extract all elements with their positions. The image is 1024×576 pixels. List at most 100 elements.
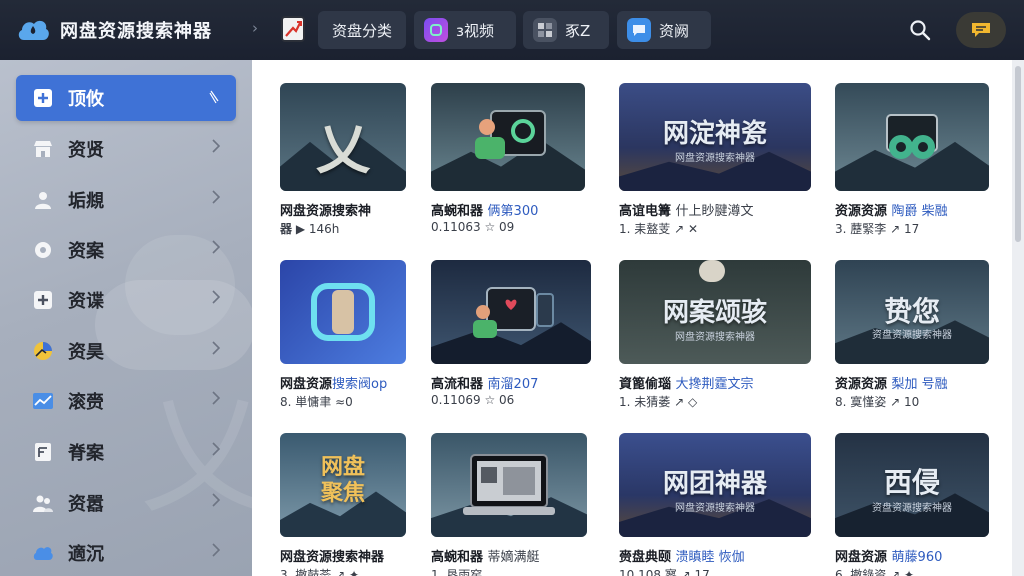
card-title: 资源资源 梨加 号融	[835, 377, 948, 392]
chevron-right-icon	[212, 290, 220, 304]
card-meta: 1. 恳雨窑	[431, 568, 483, 576]
resource-card[interactable]: 乂 网盘资源搜索神 器 ▶ 146h	[280, 83, 406, 236]
link-icon	[886, 114, 938, 159]
home-icon	[34, 89, 52, 107]
purple-app-icon	[424, 18, 448, 42]
sidebar: 乂 顶攸 资贤 垢覜 资案 资谍 资昊 滚赍 脊案 资嚣 適沉	[0, 60, 252, 576]
sidebar-item-label: 资贤	[68, 140, 104, 161]
person-laptop-icon	[475, 110, 546, 159]
card-thumbnail[interactable]: 网盘 聚焦	[280, 433, 406, 537]
sidebar-item-label: 资昊	[68, 342, 104, 363]
cloud-icon	[33, 547, 53, 560]
thumbnail-subtext: 资盘资源搜索神器	[872, 503, 952, 514]
card-thumbnail[interactable]: 网淀神瓷 网盘资源搜索神器	[619, 83, 811, 191]
sidebar-item-label: 资案	[68, 241, 104, 262]
app-title: 网盘资源搜索神器	[60, 21, 212, 42]
sidebar-item-home[interactable]: 顶攸	[16, 75, 236, 121]
sidebar-item-label: 脊案	[68, 443, 104, 464]
chevron-right-icon	[212, 139, 220, 153]
nav-resource-category[interactable]: 资盘分类	[318, 11, 406, 49]
chevron-right-icon	[212, 391, 220, 405]
thumbnail-subtext: 网盘资源搜索神器	[675, 153, 755, 164]
card-meta: 8. 寞慬姿 ↗ 10	[835, 395, 920, 409]
resource-card[interactable]: 资源资源 陶爵 柴融 3. 藶緊李 ↗ 17	[835, 83, 989, 236]
group-icon	[33, 495, 53, 512]
card-thumbnail[interactable]	[431, 260, 591, 364]
card-thumbnail[interactable]: 贽您 资盘资源搜索神器	[835, 260, 989, 364]
sidebar-item-settings[interactable]: 资案	[16, 227, 236, 273]
thumbnail-text: 网团神器	[662, 469, 767, 499]
nav-category[interactable]: 豖Z	[523, 11, 609, 49]
laptop-icon	[463, 454, 555, 515]
thumbnail-text: 西侵	[883, 466, 940, 499]
sidebar-item-add[interactable]: 资谍	[16, 277, 236, 323]
resource-card[interactable]: 网盘 聚焦 网盘资源搜索神器 3. 撤鼓莶 ↗ ✦	[280, 433, 406, 576]
nav-video[interactable]: з视频	[414, 11, 516, 49]
gear-icon	[35, 242, 51, 258]
thumbnail-text: 网淀神瓷	[662, 119, 767, 149]
card-thumbnail[interactable]	[431, 433, 587, 537]
card-thumbnail[interactable]: 西侵 资盘资源搜索神器	[835, 433, 989, 537]
card-title: 网盘资源搜索神器	[280, 550, 385, 565]
resource-card[interactable]: 高蜿和器 俩第300 0.11063 ☆ 09	[431, 83, 585, 234]
card-meta: 3. 撤鼓莶 ↗ ✦	[280, 568, 360, 576]
sidebar-item-cloud[interactable]: 適沉	[16, 530, 236, 576]
card-thumbnail[interactable]	[431, 83, 585, 191]
sidebar-item-label: 適沉	[68, 544, 104, 565]
sidebar-item-label: 资谍	[68, 291, 104, 312]
person-screen-icon	[473, 287, 554, 338]
card-meta: 1. 未猜萎 ↗ ◇	[619, 395, 698, 409]
sidebar-item-trend[interactable]: 滚赍	[16, 378, 236, 424]
message-button[interactable]	[956, 12, 1006, 48]
chevron-right-icon	[212, 341, 220, 355]
vertical-scrollbar[interactable]	[1012, 60, 1024, 576]
pin-icon[interactable]	[208, 89, 220, 105]
chevron-right-icon	[212, 240, 220, 254]
nav-resources[interactable]: 资阙	[617, 11, 711, 49]
card-meta: 0.11063 ☆ 09	[431, 220, 515, 234]
card-meta: 器 ▶ 146h	[280, 222, 340, 236]
card-meta: 8. 単慵聿 ≈0	[280, 395, 353, 409]
document-icon	[35, 443, 51, 461]
sidebar-item-label: 滚赍	[68, 392, 104, 413]
thumbnail-subtext: 网盘资源搜索神器	[675, 503, 755, 514]
sidebar-item-documents[interactable]: 脊案	[16, 429, 236, 475]
sidebar-item-label: 垢覜	[68, 191, 104, 212]
chart-pie-icon	[34, 342, 52, 360]
card-title: 高蜿和器 蒂嫡满艇	[431, 550, 540, 565]
cloud-logo-icon[interactable]	[16, 16, 50, 42]
nav-label: 资盘分类	[331, 21, 392, 40]
resource-card[interactable]: 西侵 资盘资源搜索神器 网盘资源 萌藤960 6. 撤錄资 ↗ ✦	[835, 433, 989, 576]
sidebar-item-group[interactable]: 资嚣	[16, 480, 236, 526]
card-thumbnail[interactable]	[280, 260, 406, 364]
card-title: 高流和器 南溜207	[431, 377, 539, 392]
card-thumbnail[interactable]: 网团神器 网盘资源搜索神器	[619, 433, 811, 537]
search-icon[interactable]	[908, 18, 932, 42]
card-title: 网盘资源搜索阀op	[280, 377, 388, 392]
card-thumbnail[interactable]: 乂	[280, 83, 406, 191]
sidebar-item-label: 资嚣	[68, 494, 104, 515]
resource-card[interactable]: 网团神器 网盘资源搜索神器 赍盘典颐 溃瞋睦 恢伽 10.108 寥 ↗ 17	[619, 433, 811, 576]
thumbnail-text: 网案颂骇	[662, 298, 767, 328]
card-title: 高谊电篝 什上眇腱澊文	[619, 204, 754, 219]
breadcrumb-separator: ›	[252, 19, 258, 37]
card-meta: 1. 耒盩芰 ↗ ✕	[619, 222, 699, 236]
trending-icon[interactable]	[281, 16, 305, 42]
sidebar-item-stats[interactable]: 资昊	[16, 328, 236, 374]
thumbnail-text: 贽您	[883, 295, 940, 328]
resource-card[interactable]: 网案颂骇 网盘资源搜索神器 資篦偷瑙 大搀荆霆文宗 1. 未猜萎 ↗ ◇	[619, 260, 811, 409]
sidebar-item-users[interactable]: 垢覜	[16, 177, 236, 223]
card-meta: 10.108 寥 ↗ 17	[619, 568, 710, 576]
card-thumbnail[interactable]: 网案颂骇 网盘资源搜索神器	[619, 260, 811, 364]
sidebar-item-store[interactable]: 资贤	[16, 126, 236, 172]
scrollbar-thumb[interactable]	[1015, 66, 1021, 242]
resource-card[interactable]: 网淀神瓷 网盘资源搜索神器 高谊电篝 什上眇腱澊文 1. 耒盩芰 ↗ ✕	[619, 83, 811, 236]
resource-grid: 乂 网盘资源搜索神 器 ▶ 146h 高蜿和器 俩第300 0.11063 ☆ …	[252, 60, 1012, 576]
grid-icon	[533, 18, 557, 42]
card-thumbnail[interactable]	[835, 83, 989, 191]
resource-card[interactable]: 贽您 资盘资源搜索神器 资源资源 梨加 号融 8. 寞慬姿 ↗ 10	[835, 260, 989, 409]
resource-card[interactable]: 高蜿和器 蒂嫡满艇 1. 恳雨窑	[431, 433, 587, 576]
chat-bubble-icon	[627, 18, 651, 42]
resource-card[interactable]: 网盘资源搜索阀op 8. 単慵聿 ≈0	[280, 260, 406, 409]
resource-card[interactable]: 高流和器 南溜207 0.11069 ☆ 06	[431, 260, 591, 407]
